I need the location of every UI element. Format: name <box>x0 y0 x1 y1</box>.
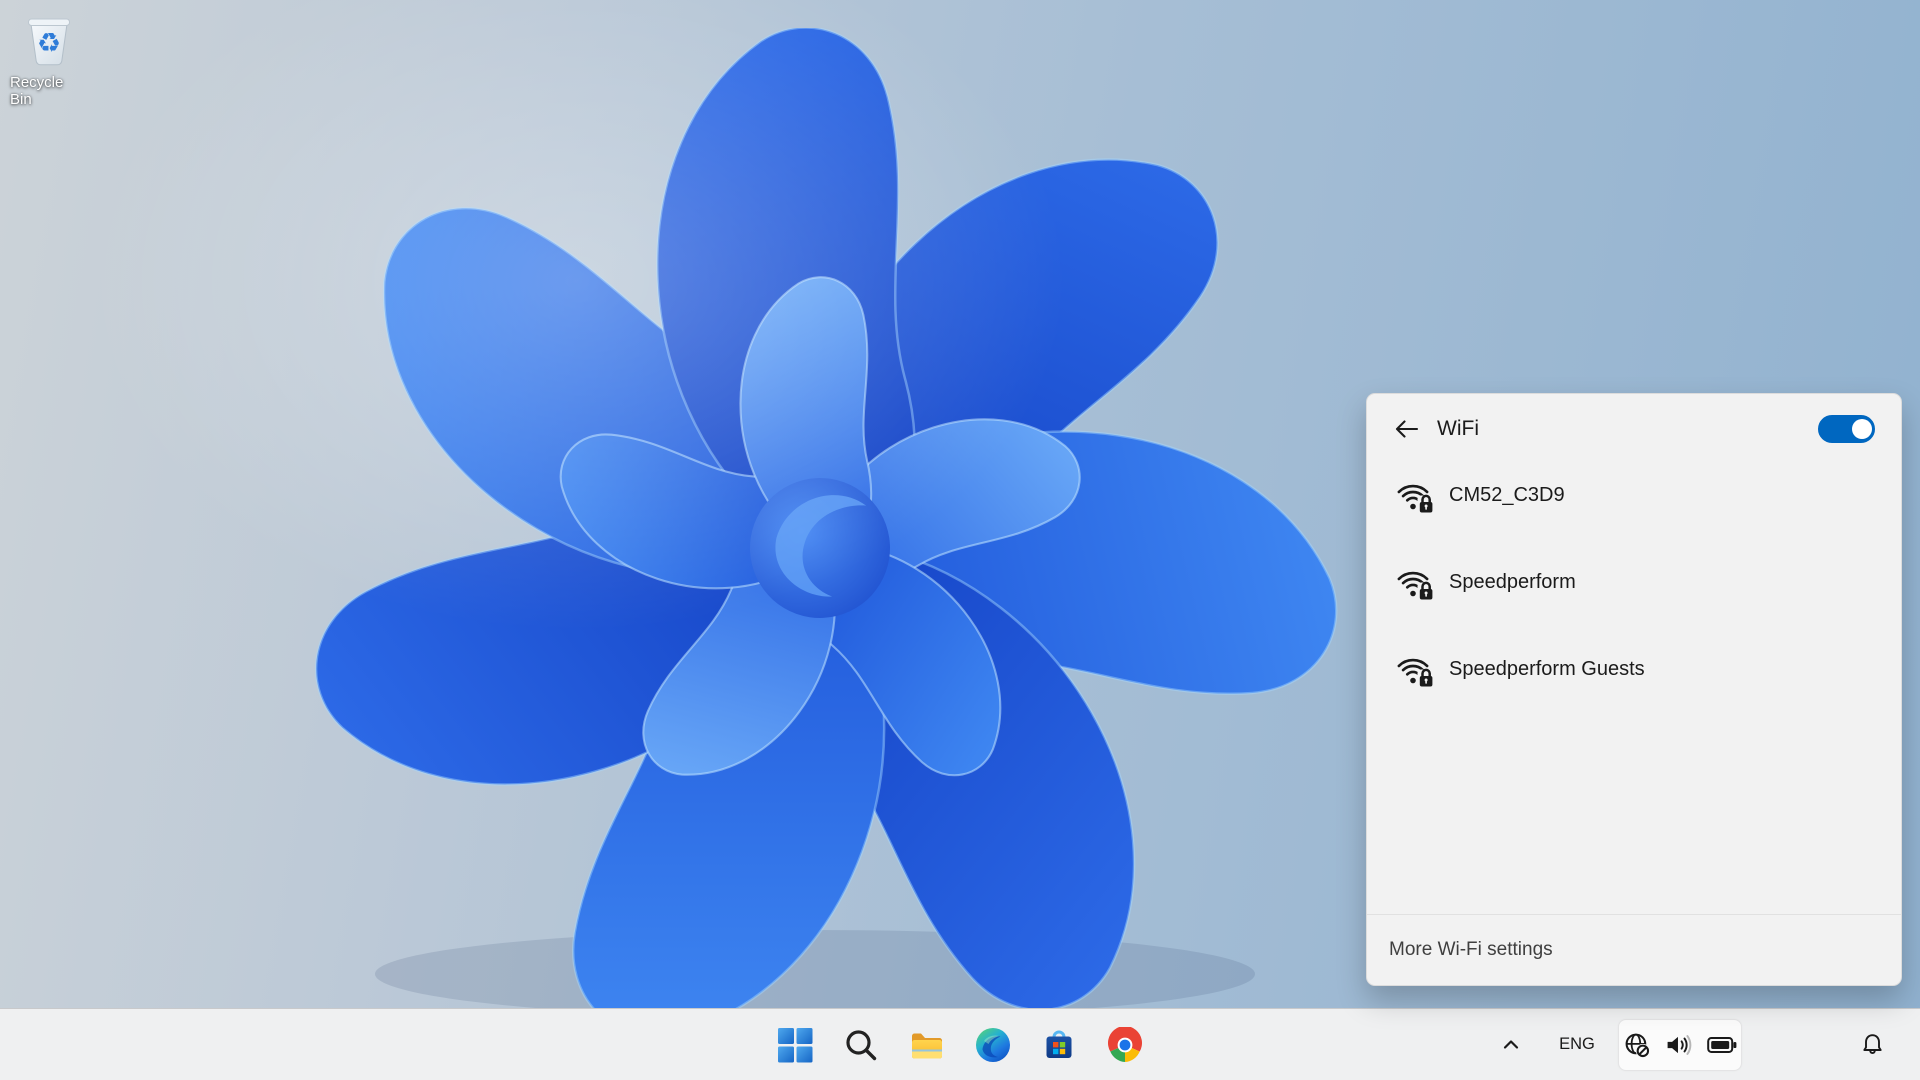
recycle-bin-shortcut[interactable]: ♻ Recycle Bin <box>10 8 88 108</box>
wifi-secured-icon <box>1397 484 1435 514</box>
battery-icon <box>1706 1036 1736 1053</box>
windows-start-icon <box>778 1027 813 1062</box>
recycle-bin-icon: ♻ <box>28 18 70 66</box>
wifi-network-item[interactable]: Speedperform Guests <box>1367 626 1901 713</box>
search-icon <box>846 1029 877 1060</box>
back-arrow-icon <box>1395 420 1419 438</box>
chrome-browser-button[interactable] <box>1097 1017 1153 1073</box>
microsoft-store-button[interactable] <box>1031 1017 1087 1073</box>
wifi-network-name: Speedperform Guests <box>1449 658 1645 680</box>
wifi-network-list: CM52_C3D9 Speedperform Speedperform Gues… <box>1367 452 1901 713</box>
language-indicator[interactable]: ENG <box>1554 1022 1600 1068</box>
quick-settings-button[interactable] <box>1618 1018 1742 1071</box>
wifi-network-item[interactable]: CM52_C3D9 <box>1367 452 1901 539</box>
wifi-network-item[interactable]: Speedperform <box>1367 539 1901 626</box>
wifi-network-name: Speedperform <box>1449 571 1576 593</box>
edge-browser-icon <box>976 1027 1010 1062</box>
recycle-bin-label: Recycle Bin <box>10 74 64 108</box>
notifications-button[interactable] <box>1854 1022 1890 1068</box>
bell-icon <box>1862 1034 1882 1054</box>
taskbar-center-icons <box>767 1009 1153 1080</box>
back-button[interactable] <box>1387 412 1425 446</box>
no-internet-globe-icon <box>1625 1033 1650 1058</box>
more-wifi-settings-link[interactable]: More Wi-Fi settings <box>1367 914 1901 985</box>
hidden-icons-button[interactable] <box>1494 1022 1528 1068</box>
wifi-panel-title: WiFi <box>1437 417 1479 440</box>
taskbar: ENG <box>0 1008 1920 1080</box>
chevron-up-icon <box>1503 1039 1519 1049</box>
folder-icon <box>912 1033 942 1058</box>
wifi-secured-icon <box>1397 571 1435 601</box>
taskbar-tray: ENG <box>1494 1009 1920 1080</box>
wifi-flyout-panel: WiFi CM52_C3D9 Speedperform Speedperform… <box>1366 393 1902 986</box>
wifi-network-name: CM52_C3D9 <box>1449 484 1565 506</box>
search-button[interactable] <box>833 1017 889 1073</box>
store-bag-icon <box>1046 1030 1072 1058</box>
chrome-browser-icon <box>1108 1026 1142 1062</box>
volume-icon <box>1667 1034 1691 1055</box>
edge-browser-button[interactable] <box>965 1017 1021 1073</box>
svg-text:♻: ♻ <box>37 28 61 59</box>
desktop: ♻ Recycle Bin WiFi CM52_C3D9 Speedperfor… <box>0 0 1920 1080</box>
file-explorer-button[interactable] <box>899 1017 955 1073</box>
wifi-secured-icon <box>1397 658 1435 688</box>
windows-bloom-wallpaper <box>314 28 1338 1020</box>
start-button[interactable] <box>767 1017 823 1073</box>
wifi-toggle-knob <box>1852 419 1872 439</box>
wifi-flyout-header: WiFi <box>1367 394 1901 452</box>
wifi-toggle[interactable] <box>1818 415 1875 443</box>
